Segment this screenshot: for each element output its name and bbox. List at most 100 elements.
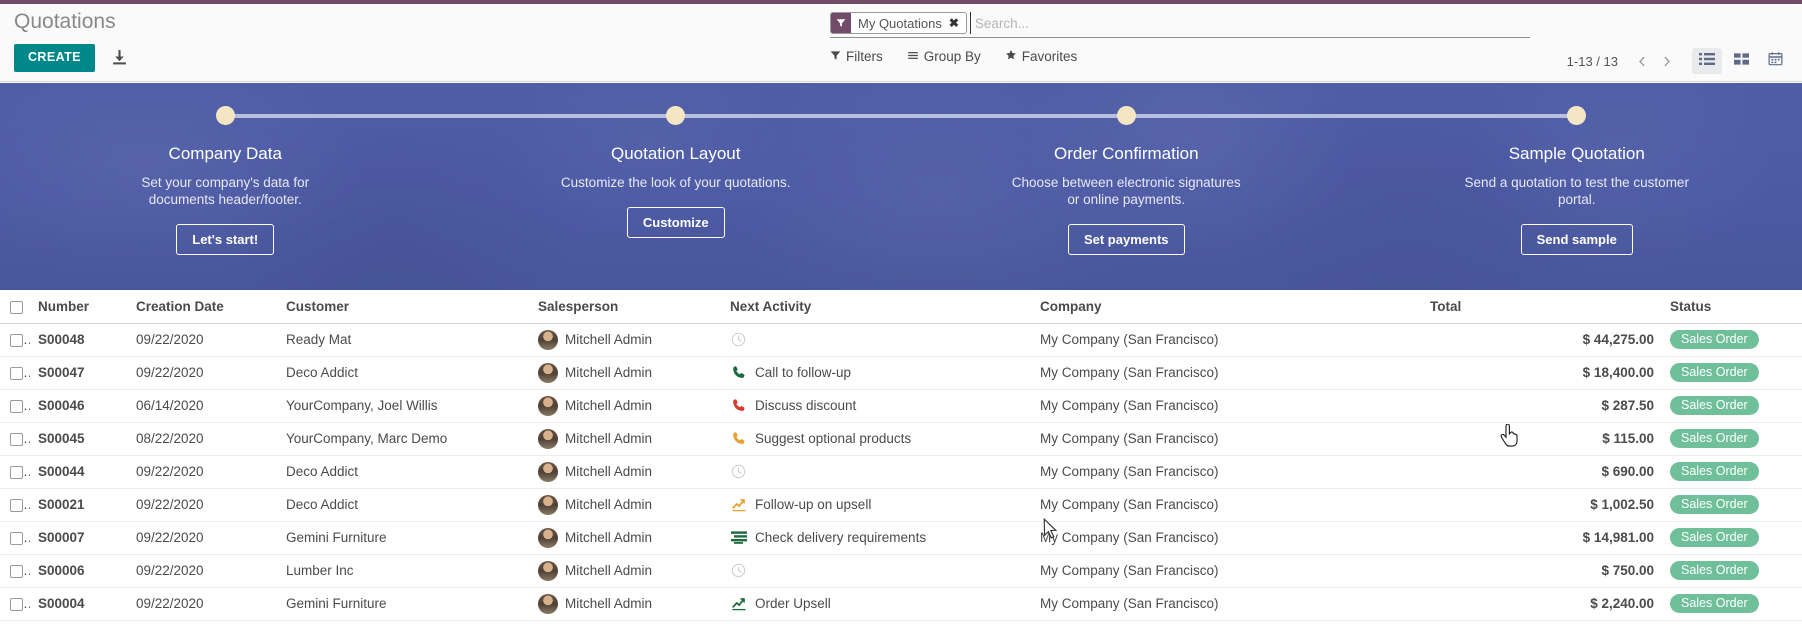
column-header-number[interactable]: Number — [30, 290, 128, 324]
filters-dropdown-button[interactable]: Filters — [830, 49, 883, 64]
step-action-button-send-sample[interactable]: Send sample — [1520, 224, 1633, 255]
next-activity-label: Check delivery requirements — [755, 530, 927, 545]
row-select-cell — [0, 389, 30, 423]
row-checkbox[interactable] — [10, 597, 23, 611]
table-row[interactable]: S00045 08/22/2020 YourCompany, Marc Demo Mi… — [0, 422, 1802, 456]
onboarding-banner: Company Data Set your company's data for… — [0, 83, 1802, 290]
salesperson-name: Mitchell Admin — [565, 332, 653, 347]
cell-total: $ 44,275.00 — [1422, 323, 1662, 357]
pager-and-views: 1-13 / 13 — [1567, 48, 1790, 74]
row-checkbox[interactable] — [10, 465, 23, 479]
step-action-button-customize[interactable]: Customize — [626, 207, 725, 238]
groupby-dropdown-button[interactable]: Group By — [907, 49, 981, 64]
row-checkbox[interactable] — [10, 399, 23, 413]
row-checkbox[interactable] — [10, 432, 23, 446]
table-row[interactable]: S00006 09/22/2020 Lumber Inc Mitchell Admin… — [0, 554, 1802, 588]
row-select-cell — [0, 488, 30, 522]
clock-icon — [730, 562, 747, 579]
select-all-header — [0, 290, 30, 324]
cell-salesperson: Mitchell Admin — [530, 587, 722, 621]
cell-customer: Gemini Furniture — [278, 587, 530, 621]
table-row[interactable]: S00021 09/22/2020 Deco Addict Mitchell Admi… — [0, 488, 1802, 522]
cell-next-activity: Follow-up on upsell — [722, 488, 1032, 522]
cell-company: My Company (San Francisco) — [1032, 554, 1422, 588]
step-title: Quotation Layout — [611, 144, 741, 163]
table-row[interactable]: S00007 09/22/2020 Gemini Furniture Mitchell… — [0, 521, 1802, 555]
calendar-view-button[interactable] — [1760, 48, 1790, 74]
table-row[interactable]: S00004 09/22/2020 Gemini Furniture Mitchell… — [0, 587, 1802, 621]
step-action-button-set-payments[interactable]: Set payments — [1067, 224, 1185, 255]
close-icon[interactable]: ✖ — [947, 13, 966, 33]
next-activity-label: Follow-up on upsell — [755, 497, 872, 512]
step-action-button-lets-start[interactable]: Let's start! — [176, 224, 275, 255]
cell-company: My Company (San Francisco) — [1032, 521, 1422, 555]
cell-customer: Deco Addict — [278, 356, 530, 390]
cell-number: S00045 — [30, 422, 128, 456]
table-row[interactable]: S00047 09/22/2020 Deco Addict Mitchell Admi… — [0, 356, 1802, 390]
chevron-left-icon[interactable] — [1630, 50, 1654, 72]
cell-creation-date: 09/22/2020 — [128, 587, 278, 621]
chevron-right-icon[interactable] — [1654, 50, 1678, 72]
row-checkbox[interactable] — [10, 564, 23, 578]
step-dot — [1567, 106, 1587, 125]
table-row[interactable]: S00048 09/22/2020 Ready Mat Mitchell Admin M… — [0, 323, 1802, 357]
row-checkbox[interactable] — [10, 333, 23, 347]
step-dot — [215, 106, 235, 125]
column-header-creation-date[interactable]: Creation Date — [128, 290, 278, 324]
search-facet-my-quotations[interactable]: My Quotations ✖ — [830, 12, 967, 34]
status-badge: Sales Order — [1670, 494, 1759, 515]
select-all-checkbox[interactable] — [10, 300, 23, 314]
search-options-bar: Filters Group By Favorites — [830, 49, 1077, 64]
row-select-cell — [0, 323, 30, 357]
row-checkbox[interactable] — [10, 531, 23, 545]
cell-salesperson: Mitchell Admin — [530, 554, 722, 588]
cell-customer: Deco Addict — [278, 455, 530, 489]
import-icon[interactable] — [109, 47, 130, 68]
cell-total: $ 18,400.00 — [1422, 356, 1662, 390]
list-icon — [1699, 52, 1715, 71]
avatar — [538, 329, 558, 350]
cell-salesperson: Mitchell Admin — [530, 455, 722, 489]
quotations-table: Number Creation Date Customer Salesperso… — [0, 290, 1802, 621]
cell-creation-date: 09/22/2020 — [128, 521, 278, 555]
column-header-customer[interactable]: Customer — [278, 290, 530, 324]
column-header-next-activity[interactable]: Next Activity — [722, 290, 1032, 324]
page-title: Quotations — [14, 10, 116, 33]
search-input[interactable] — [969, 12, 1530, 34]
salesperson-name: Mitchell Admin — [565, 464, 653, 479]
cell-next-activity — [722, 455, 1032, 489]
cell-customer: Gemini Furniture — [278, 521, 530, 555]
avatar — [538, 494, 558, 515]
cell-creation-date: 09/22/2020 — [128, 488, 278, 522]
cell-total: $ 14,981.00 — [1422, 521, 1662, 555]
column-header-status[interactable]: Status — [1662, 290, 1802, 324]
chart-line-icon — [730, 595, 747, 612]
cell-company: My Company (San Francisco) — [1032, 323, 1422, 357]
salesperson-name: Mitchell Admin — [565, 563, 653, 578]
column-header-company[interactable]: Company — [1032, 290, 1422, 324]
table-row[interactable]: S00044 09/22/2020 Deco Addict Mitchell Admi… — [0, 455, 1802, 489]
cell-status: Sales Order — [1662, 422, 1802, 456]
onboarding-step-sample-quotation: Sample Quotation Send a quotation to tes… — [1351, 83, 1802, 290]
step-dot — [1116, 106, 1136, 125]
column-header-salesperson[interactable]: Salesperson — [530, 290, 722, 324]
row-select-cell — [0, 356, 30, 390]
list-view-button[interactable] — [1692, 48, 1722, 74]
avatar — [538, 593, 558, 614]
cell-next-activity: Discuss discount — [722, 389, 1032, 423]
status-badge: Sales Order — [1670, 395, 1759, 416]
step-description: Send a quotation to test the customer po… — [1464, 175, 1689, 207]
favorites-dropdown-button[interactable]: Favorites — [1005, 49, 1077, 64]
table-row[interactable]: S00046 06/14/2020 YourCompany, Joel Willis… — [0, 389, 1802, 423]
row-checkbox[interactable] — [10, 498, 23, 512]
pager-counter[interactable]: 1-13 / 13 — [1567, 54, 1618, 69]
row-checkbox[interactable] — [10, 366, 23, 380]
cell-total: $ 690.00 — [1422, 455, 1662, 489]
column-header-total[interactable]: Total — [1422, 290, 1662, 324]
cell-total: $ 2,240.00 — [1422, 587, 1662, 621]
cell-salesperson: Mitchell Admin — [530, 521, 722, 555]
next-activity-label: Call to follow-up — [755, 365, 852, 380]
next-activity-label: Discuss discount — [755, 398, 857, 413]
create-button[interactable]: CREATE — [14, 44, 95, 72]
kanban-view-button[interactable] — [1726, 48, 1756, 74]
